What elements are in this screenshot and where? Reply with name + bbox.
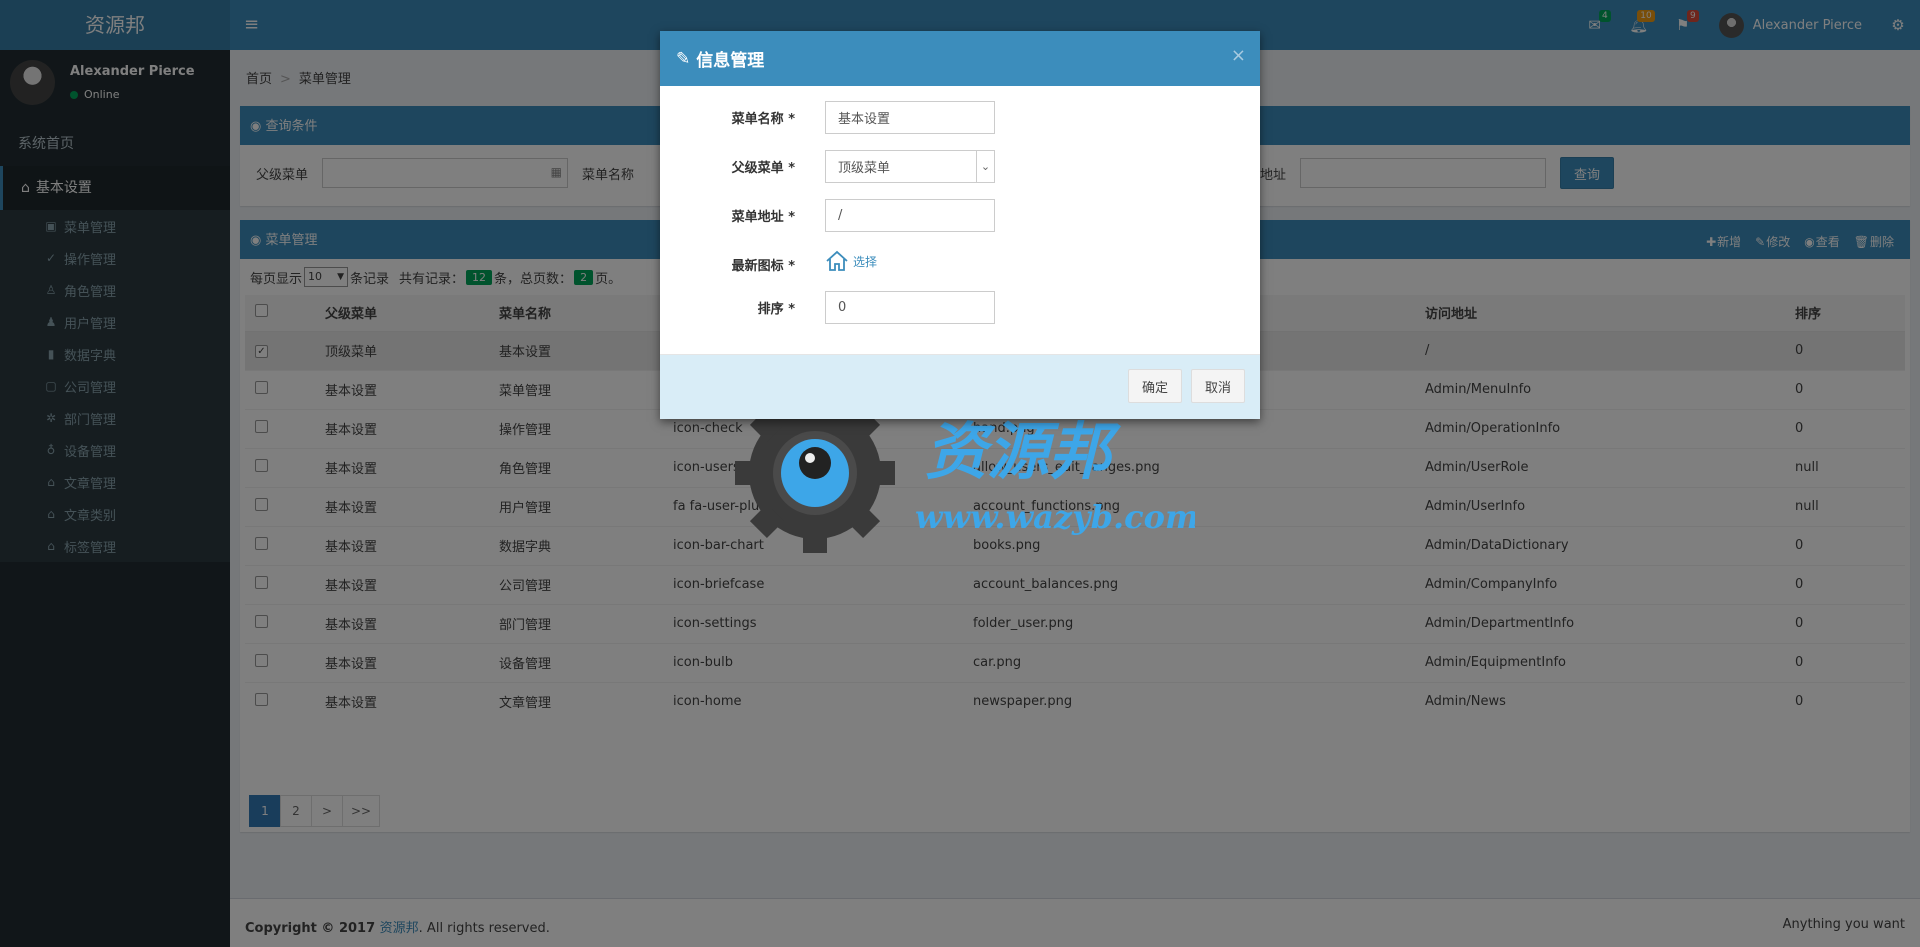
choose-icon-link[interactable]: 选择 [853, 253, 877, 270]
confirm-button[interactable]: 确定 [1128, 369, 1182, 403]
icon-field-label: 最新图标 * [731, 258, 795, 274]
watermark-title: 资源邦 [925, 415, 1122, 488]
parent-menu-value: 顶级菜单 [838, 161, 891, 176]
icon-picker[interactable]: 选择 [825, 249, 877, 273]
modal-header: ✎ 信息管理 [660, 31, 1260, 86]
menu-name-value: 基本设置 [838, 112, 891, 127]
modal-footer: 确定 取消 [660, 354, 1260, 419]
menu-url-field[interactable]: / [825, 199, 995, 232]
menu-name-field[interactable]: 基本设置 [825, 101, 995, 134]
watermark-url: www.wazyb.com [915, 498, 1195, 536]
parent-menu-dropdown[interactable]: 顶级菜单 ⌄ [825, 150, 995, 183]
sort-value: 0 [838, 300, 847, 315]
close-icon[interactable]: × [1231, 45, 1246, 66]
sort-field-label: 排序 * [757, 302, 795, 317]
modal-title: 信息管理 [696, 51, 765, 71]
menu-url-field-label: 菜单地址 * [731, 210, 795, 225]
sort-field[interactable]: 0 [825, 291, 995, 324]
menu-url-value: / [838, 208, 843, 223]
chevron-down-icon: ⌄ [976, 151, 994, 182]
parent-menu-field-label: 父级菜单 * [731, 161, 795, 176]
pencil-icon: ✎ [676, 48, 691, 69]
info-modal: ✎ 信息管理 × 菜单名称 * 基本设置 父级菜单 * 顶级菜单 ⌄ 菜单地址 *… [660, 31, 1260, 419]
menu-name-field-label: 菜单名称 * [731, 112, 795, 127]
home-icon [826, 250, 848, 271]
cancel-button[interactable]: 取消 [1191, 369, 1245, 403]
